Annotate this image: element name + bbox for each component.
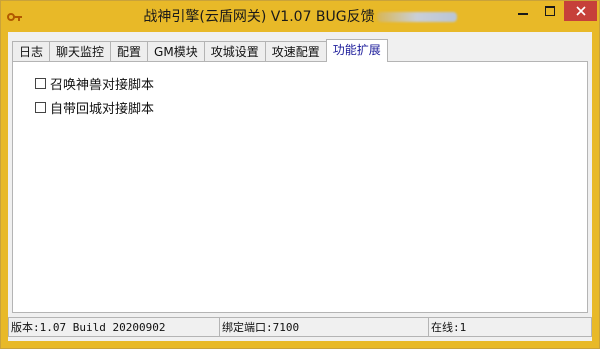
status-version: 版本:1.07 Build 20200902 — [8, 317, 220, 337]
tab-attack-speed[interactable]: 攻速配置 — [264, 41, 327, 61]
title-bar[interactable]: 战神引擎(云盾网关) V1.07 BUG反馈 — [1, 1, 599, 32]
close-icon — [575, 6, 586, 16]
window-title-text: 战神引擎(云盾网关) V1.07 BUG反馈 — [143, 9, 375, 25]
tab-log[interactable]: 日志 — [12, 41, 51, 61]
maximize-icon — [545, 6, 555, 16]
town-return-checkbox[interactable] — [35, 102, 46, 113]
close-button[interactable] — [564, 1, 597, 21]
tab-extensions[interactable]: 功能扩展 — [325, 39, 388, 62]
tab-siege-settings[interactable]: 攻城设置 — [203, 41, 266, 61]
main-window: 战神引擎(云盾网关) V1.07 BUG反馈 日志 聊天监控 配置 GM模块 攻… — [0, 0, 600, 349]
minimize-icon — [518, 13, 528, 15]
tab-chat-monitor[interactable]: 聊天监控 — [49, 41, 112, 61]
tab-gm-module[interactable]: GM模块 — [147, 41, 205, 61]
status-bar: 版本:1.07 Build 20200902 绑定端口:7100 在线:1 — [8, 317, 592, 339]
client-area: 日志 聊天监控 配置 GM模块 攻城设置 攻速配置 功能扩展 召唤神兽对接脚本 … — [8, 32, 592, 341]
town-return-label: 自带回城对接脚本 — [50, 102, 155, 117]
tab-config[interactable]: 配置 — [110, 41, 149, 61]
extensions-panel: 召唤神兽对接脚本 自带回城对接脚本 — [12, 61, 588, 313]
summon-beast-label: 召唤神兽对接脚本 — [50, 78, 155, 93]
summon-beast-checkbox[interactable] — [35, 78, 46, 89]
status-online: 在线:1 — [428, 317, 592, 337]
summon-beast-script-option[interactable]: 召唤神兽对接脚本 — [35, 74, 154, 93]
status-port: 绑定端口:7100 — [219, 317, 429, 337]
redacted-text — [376, 12, 457, 22]
minimize-button[interactable] — [510, 1, 536, 21]
town-return-script-option[interactable]: 自带回城对接脚本 — [35, 98, 154, 117]
maximize-button[interactable] — [537, 1, 563, 21]
tab-strip: 日志 聊天监控 配置 GM模块 攻城设置 攻速配置 功能扩展 — [12, 39, 388, 63]
